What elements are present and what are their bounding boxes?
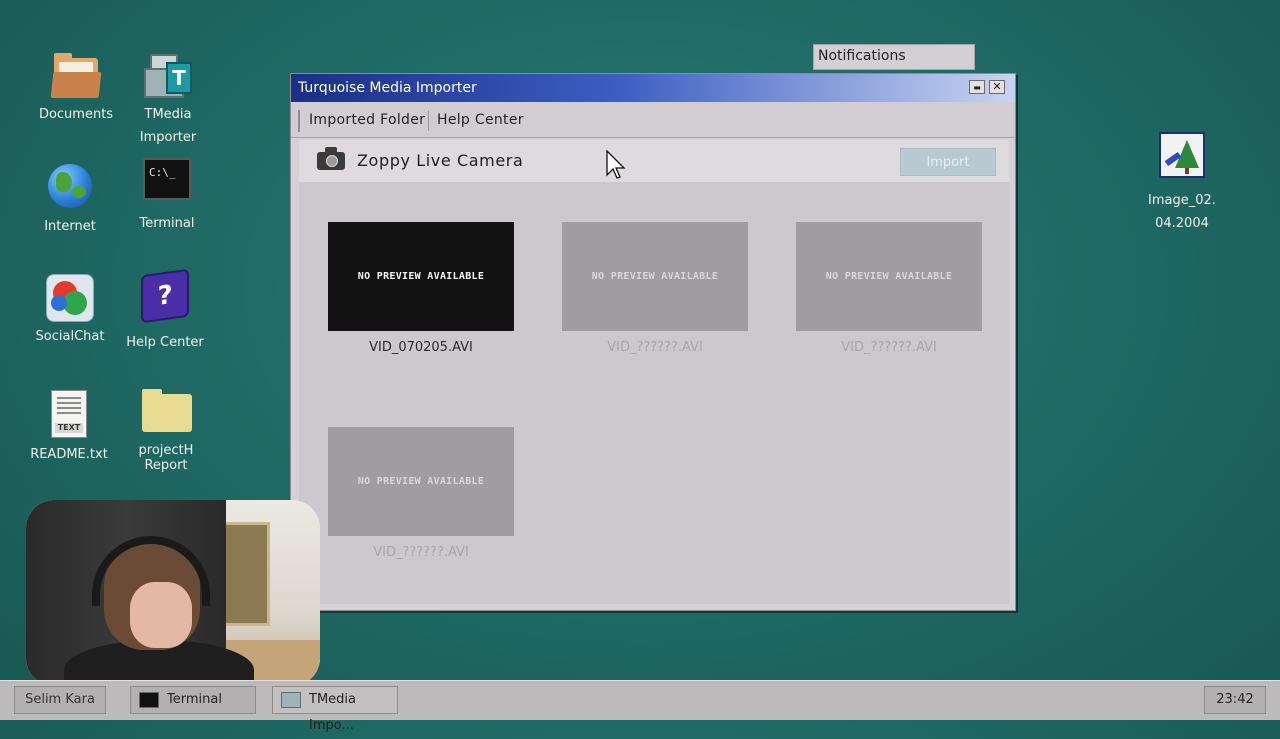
file-name: VID_070205.AVI [369,340,473,355]
file-name: VID_??????.AVI [841,340,937,355]
menu-separator [428,111,429,131]
import-button-label: Import [926,155,970,170]
taskbar-clock: 23:42 [1204,686,1266,714]
media-importer-icon: T [142,50,194,102]
desktop-icon-label-line1: TMedia [144,107,192,122]
window-titlebar[interactable]: Turquoise Media Importer ▬ ✕ [291,74,1015,102]
file-name: VID_??????.AVI [373,545,469,560]
desktop-icon-help-center[interactable]: ? Help Center [115,268,215,351]
desktop-icon-label: README.txt [30,447,108,462]
taskbar-item-label: Terminal [167,692,222,707]
device-name: Zoppy Live Camera [357,151,524,170]
globe-icon [48,164,92,208]
desktop-icon-label-line2: 04.2004 [1155,216,1209,231]
preview-text: NO PREVIEW AVAILABLE [591,271,719,282]
preview-text: NO PREVIEW AVAILABLE [825,271,953,282]
text-file-glyph: TEXT [55,423,83,433]
desktop-icon-label: Terminal [139,216,195,231]
video-preview-placeholder: NO PREVIEW AVAILABLE [328,427,514,536]
taskbar: Selim Kara Terminal TMedia Impo... 23:42 [0,680,1280,733]
help-book-icon: ? [141,268,189,324]
video-preview-placeholder: NO PREVIEW AVAILABLE [328,222,514,331]
taskbar-item-label: TMedia Impo... [309,692,356,733]
desktop-icon-label-line2: Importer [139,130,197,145]
taskbar-item-tmedia-importer[interactable]: TMedia Impo... [272,686,398,733]
desktop-icon-terminal[interactable]: C:\_ Terminal [117,158,217,232]
video-preview-placeholder: NO PREVIEW AVAILABLE [562,222,748,331]
desktop-icon-label-line1: projectH [138,443,194,458]
folder-icon [50,50,102,102]
desktop-icon-label: Help Center [126,335,204,350]
file-thumbnail[interactable]: NO PREVIEW AVAILABLE VID_??????.AVI [328,427,514,560]
desktop-icon-tmedia-importer[interactable]: T TMedia Importer [118,50,218,146]
help-question-glyph: ? [157,279,173,313]
video-preview-placeholder: NO PREVIEW AVAILABLE [796,222,982,331]
media-importer-icon [281,692,301,708]
minimize-button[interactable]: ▬ [969,80,985,94]
terminal-icon [139,692,159,708]
image-file-icon [1159,132,1205,178]
desktop-icon-projecth-report[interactable]: projectH Report [116,386,216,472]
close-icon: ✕ [992,80,1002,93]
terminal-prompt-glyph: C:\_ [149,166,176,179]
import-button[interactable]: Import [900,148,996,176]
socialchat-icon [46,274,94,322]
clock-time: 23:42 [1216,692,1254,707]
media-importer-window: Turquoise Media Importer ▬ ✕ Imported Fo… [290,73,1016,611]
file-thumbnail[interactable]: NO PREVIEW AVAILABLE VID_070205.AVI [328,222,514,355]
desktop-icon-socialchat[interactable]: SocialChat [20,274,120,345]
webcam-overlay [26,500,320,686]
desktop-icon-label: SocialChat [35,329,105,344]
desktop-icon-readme[interactable]: TEXT README.txt [19,390,119,463]
desktop-icon-documents[interactable]: Documents [26,50,126,123]
file-thumbnail[interactable]: NO PREVIEW AVAILABLE VID_??????.AVI [562,222,748,355]
desktop-icon-label-line1: Image_02. [1148,193,1216,208]
terminal-icon: C:\_ [143,158,191,200]
file-name: VID_??????.AVI [607,340,703,355]
preview-text: NO PREVIEW AVAILABLE [357,476,485,487]
text-file-icon: TEXT [51,390,87,438]
taskbar-item-terminal[interactable]: Terminal [130,686,256,714]
menu-help-center[interactable]: Help Center [437,112,524,128]
menu-grip [298,110,300,132]
folder-icon [140,386,192,438]
device-bar: Zoppy Live Camera Import [299,140,1009,182]
mouse-cursor-icon [606,150,626,179]
desktop-icon-internet[interactable]: Internet [20,160,120,235]
window-title: Turquoise Media Importer [298,80,477,96]
import-content-area: Zoppy Live Camera Import NO PREVIEW AVAI… [299,140,1009,604]
close-button[interactable]: ✕ [989,80,1005,94]
desktop-icon-label: Internet [44,219,96,234]
desktop-icon-label: Documents [38,107,114,122]
desktop-icon-label-line2: Report [144,458,188,473]
desktop-icon-image[interactable]: Image_02. 04.2004 [1132,132,1232,232]
notifications-label: Notifications [818,48,906,64]
minimize-icon: ▬ [973,83,981,92]
taskbar-user-button[interactable]: Selim Kara [14,686,106,714]
preview-text: NO PREVIEW AVAILABLE [357,271,485,282]
menu-bar: Imported Folder Help Center [291,102,1015,138]
camera-icon [317,147,345,170]
notifications-tab[interactable]: Notifications [813,44,975,70]
taskbar-user-label: Selim Kara [25,692,95,707]
menu-imported-folder[interactable]: Imported Folder [309,112,425,128]
file-thumbnail[interactable]: NO PREVIEW AVAILABLE VID_??????.AVI [796,222,982,355]
